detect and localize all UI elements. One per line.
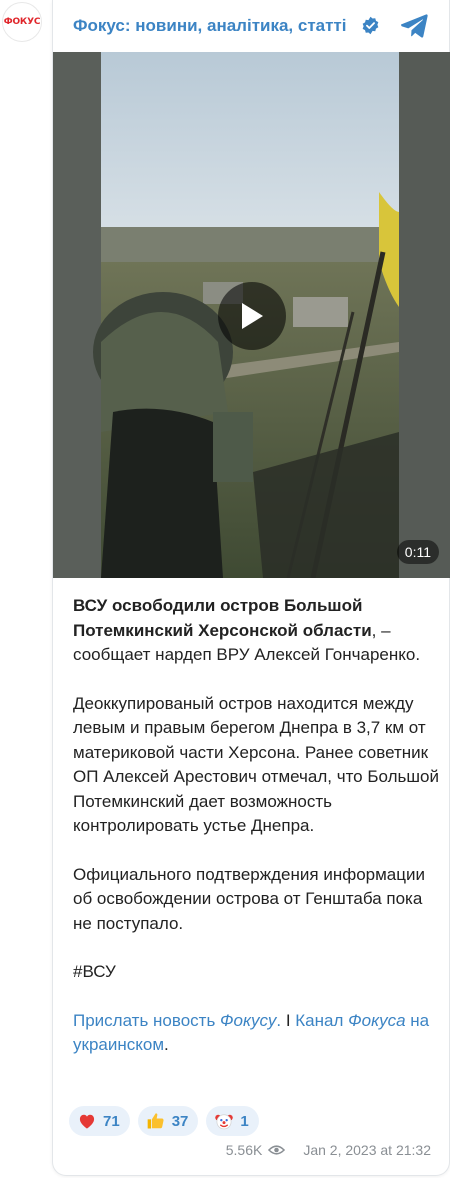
eye-icon [268, 1145, 286, 1155]
post-date[interactable]: Jan 2, 2023 at 21:32 [303, 1142, 431, 1158]
send-news-link[interactable]: Прислать новость Фокусу. [73, 1011, 281, 1030]
view-count: 5.56K [225, 1142, 263, 1158]
reaction-clown-count: 1 [240, 1112, 249, 1130]
telegram-icon[interactable] [399, 12, 429, 40]
post-text: ВСУ освободили остров Большой Потемкинск… [73, 594, 439, 1082]
send-news-link-text: Прислать новость [73, 1010, 221, 1030]
paragraph-2: Деоккупированый остров находится между л… [73, 693, 439, 836]
links-line: Прислать новость Фокусу. I Канал Фокуса … [73, 1009, 439, 1058]
hashtag[interactable]: #ВСУ [73, 960, 439, 985]
clown-face-icon [215, 1114, 234, 1130]
links-end-dot: . [164, 1035, 169, 1054]
reaction-thumbs-up-count: 37 [171, 1112, 189, 1130]
video-duration: 0:11 [396, 540, 439, 564]
play-icon [242, 303, 263, 329]
channel-avatar[interactable]: ФОКУС [2, 2, 42, 42]
paragraph-3: Официального подтверждения информации об… [73, 864, 425, 933]
links-separator: I [281, 1010, 296, 1030]
heart-icon [79, 1114, 95, 1129]
channel-link-text: Канал [295, 1010, 349, 1030]
reaction-clown[interactable]: 1 [206, 1106, 259, 1136]
avatar-logo-text: ФОКУС [3, 17, 41, 27]
channel-name-link[interactable]: Фокус: новини, аналітика, статті [73, 16, 347, 36]
send-news-link-italic: Фокусу [220, 1010, 277, 1030]
reaction-thumbs-up[interactable]: 37 [137, 1106, 199, 1136]
post-card: Фокус: новини, аналітика, статті 0:11 ВС… [52, 0, 450, 1176]
reactions-bar: 71 37 1 [69, 1106, 259, 1136]
thumbs-up-icon [147, 1113, 164, 1129]
verified-check-icon [362, 16, 379, 35]
video-player[interactable]: 0:11 [53, 52, 450, 578]
reaction-heart[interactable]: 71 [69, 1106, 130, 1136]
post-header: Фокус: новини, аналітика, статті [53, 0, 450, 52]
paragraph-1: ВСУ освободили остров Большой Потемкинск… [73, 594, 439, 668]
channel-link-italic: Фокуса [348, 1010, 406, 1030]
reaction-heart-count: 71 [103, 1112, 120, 1130]
post-meta: 5.56K Jan 2, 2023 at 21:32 [226, 1142, 431, 1158]
headline: ВСУ освободили остров Большой Потемкинск… [73, 596, 372, 640]
play-button[interactable] [218, 282, 286, 350]
